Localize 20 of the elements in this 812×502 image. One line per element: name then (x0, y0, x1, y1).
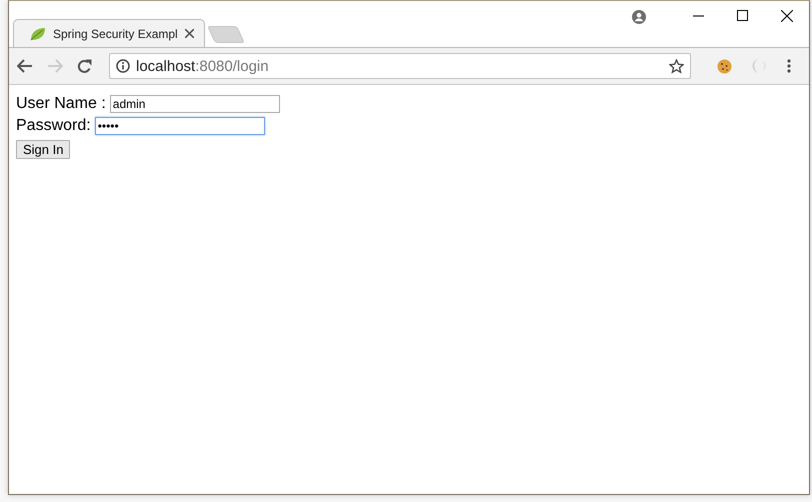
input-field[interactable]: admin (110, 95, 280, 113)
browser-tab[interactable]: Spring Security Exampl (13, 19, 205, 47)
sign-in-button[interactable]: Sign In (16, 140, 70, 159)
bookmark-star-icon[interactable] (669, 58, 684, 74)
field-label: Password: (16, 117, 91, 135)
back-icon[interactable] (17, 59, 33, 73)
menu-icon[interactable] (787, 59, 791, 73)
cookie-icon[interactable] (717, 58, 732, 74)
tab-title: Spring Security Exampl (53, 26, 178, 40)
url-text: localhost:8080/login (136, 58, 270, 74)
account-icon[interactable] (632, 10, 646, 24)
close-tab-icon[interactable] (184, 29, 194, 38)
input-field[interactable]: ••••• (94, 117, 265, 135)
close-icon[interactable] (781, 10, 793, 22)
info-icon[interactable] (116, 59, 130, 73)
field-label: User Name : (16, 95, 106, 113)
maximize-icon[interactable] (737, 10, 748, 21)
reload-icon[interactable] (77, 58, 92, 74)
leaf-icon (30, 26, 46, 40)
address-bar[interactable]: localhost:8080/login (109, 53, 691, 79)
